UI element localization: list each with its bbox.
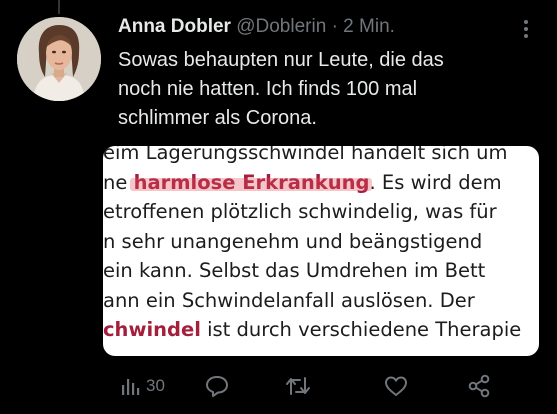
views-count: 30 xyxy=(146,376,165,395)
retweet-button[interactable] xyxy=(284,370,312,402)
image-text-line: eim Lagerungsschwindel handelt sich um xyxy=(103,146,508,164)
tweet-header: Anna Dobler @Doblerin · 2 Min. xyxy=(118,15,395,39)
image-text-line: ann ein Schwindelanfall auslösen. Der xyxy=(103,288,475,312)
image-text-block: eim Lagerungsschwindel handelt sich um n… xyxy=(103,146,539,345)
retweet-icon xyxy=(286,377,310,395)
tweet-text: Sowas behaupten nur Leute, die das noch … xyxy=(118,46,518,133)
tweet-text-line: noch nie hatten. Ich finds 100 mal xyxy=(118,78,418,100)
image-text-line: n sehr unangenehm und beängstigend xyxy=(103,229,483,253)
separator: · xyxy=(331,16,338,37)
tweet-text-line: schlimmer als Corona. xyxy=(118,107,317,129)
share-button[interactable] xyxy=(466,370,492,402)
views-icon xyxy=(122,379,140,395)
reply-icon xyxy=(206,376,228,397)
highlighted-word: chwindel xyxy=(103,318,201,341)
action-bar: 30 xyxy=(110,370,540,402)
highlighted-phrase: harmlose Erkrankung xyxy=(133,170,370,194)
timestamp[interactable]: 2 Min. xyxy=(343,16,395,37)
like-button[interactable] xyxy=(383,370,409,402)
tweet-text-line: Sowas behaupten nur Leute, die das xyxy=(118,49,444,71)
image-text-line: etroffenen plötzlich schwindelig, was fü… xyxy=(103,200,497,223)
image-text-line: ne harmlose Erkrankung. Es wird dem xyxy=(103,170,502,194)
author-name[interactable]: Anna Dobler xyxy=(118,16,231,37)
thread-line xyxy=(58,0,60,14)
tweet-image[interactable]: eim Lagerungsschwindel handelt sich um n… xyxy=(103,146,539,356)
image-text-line: ein kann. Selbst das Umdrehen im Bett xyxy=(103,259,486,282)
share-icon xyxy=(468,374,490,398)
views-button[interactable]: 30 xyxy=(120,370,165,402)
image-text-line: chwindel ist durch verschiedene Therapie xyxy=(103,318,522,341)
like-icon xyxy=(385,376,407,396)
avatar-portrait-icon xyxy=(17,17,101,101)
reply-button[interactable] xyxy=(204,370,230,402)
more-options-icon[interactable] xyxy=(519,17,533,41)
avatar[interactable] xyxy=(17,17,101,101)
author-handle[interactable]: @Doblerin xyxy=(236,16,326,37)
